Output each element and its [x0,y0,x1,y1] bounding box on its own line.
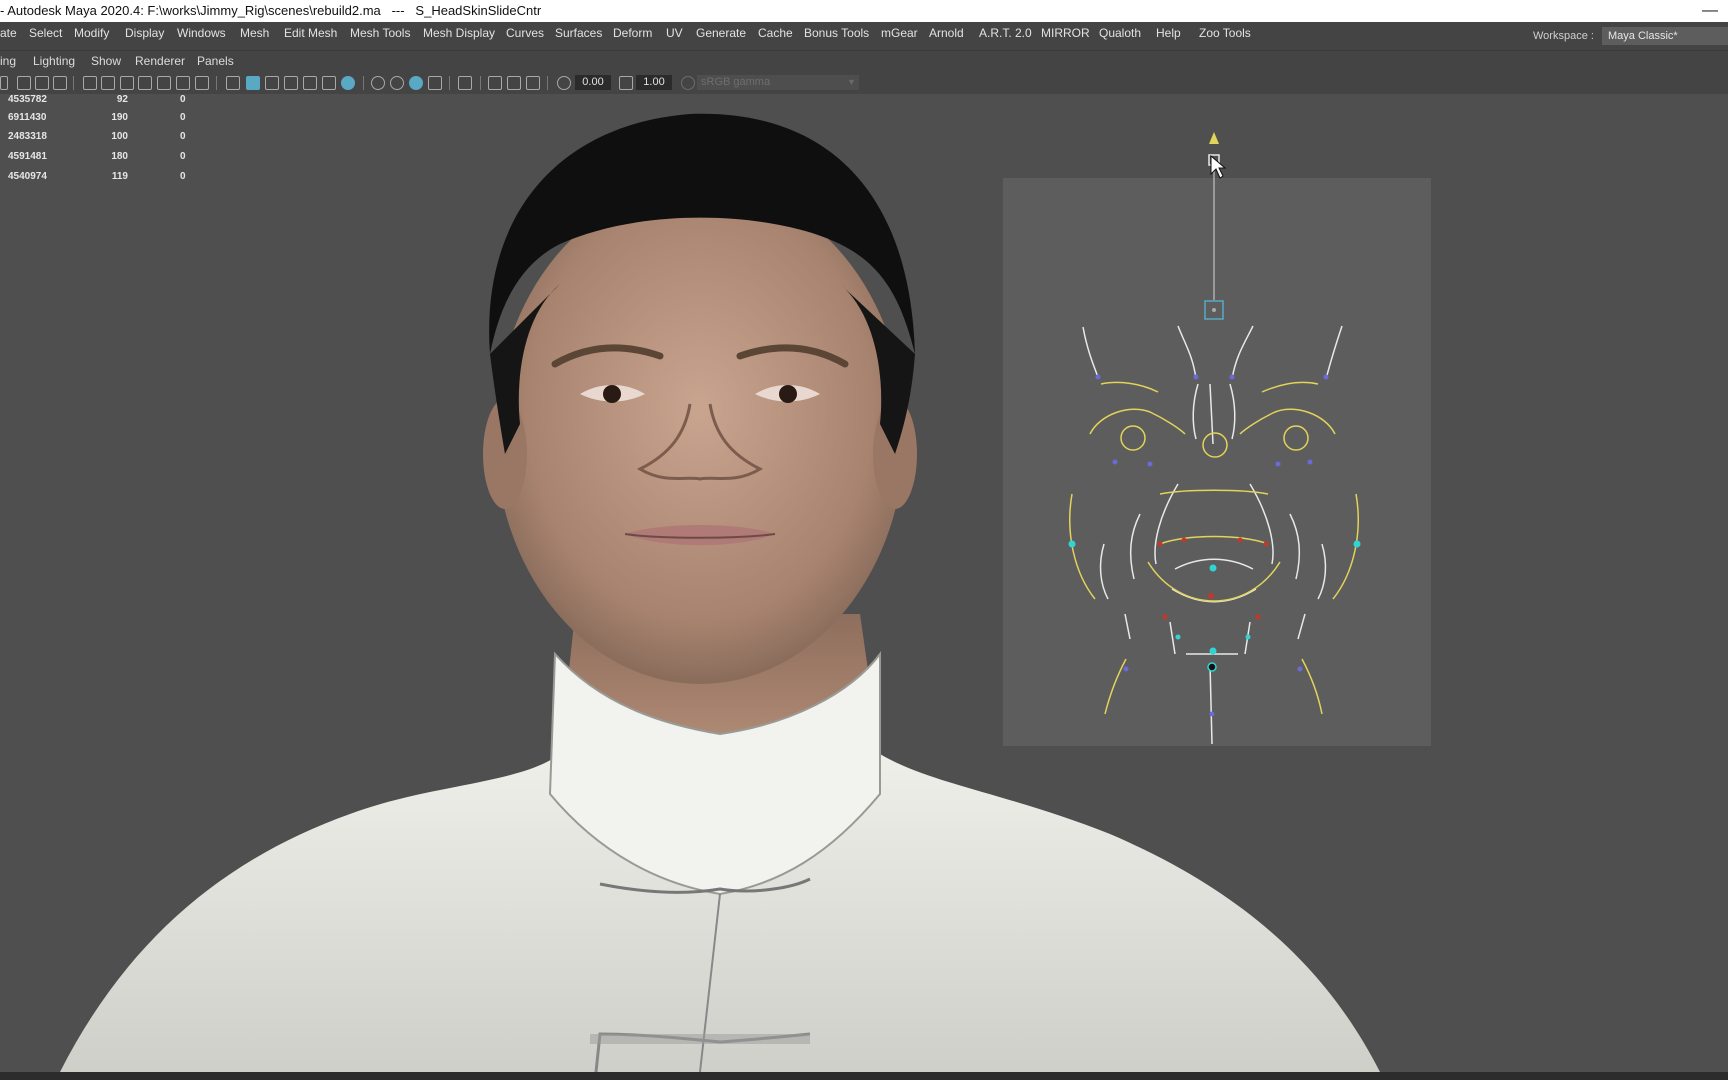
chevron-down-icon: ▼ [847,77,856,87]
menu-cache[interactable]: Cache [758,22,793,50]
anti-aliasing-icon[interactable] [428,76,442,90]
main-menu-bar: ate Select Modify Display Windows Mesh E… [0,22,1728,51]
backface-culling-icon[interactable] [526,76,540,90]
hud-row: 2483318 100 0 [8,131,186,142]
menu-select[interactable]: Select [29,22,62,50]
menu-art[interactable]: A.R.T. 2.0 [979,22,1032,50]
menu-edit-mesh[interactable]: Edit Mesh [284,22,337,50]
safe-title-icon[interactable] [195,76,209,90]
color-management-icon[interactable] [681,76,695,90]
select-camera-icon[interactable] [17,76,31,90]
viewport[interactable]: 4535782 92 0 6911430 190 0 2483318 100 0… [0,94,1728,1072]
menu-deform[interactable]: Deform [613,22,652,50]
image-plane-icon[interactable] [53,76,67,90]
motion-blur-icon[interactable] [409,76,423,90]
toolbar-separator [216,76,217,90]
color-space-dropdown[interactable]: sRGB gamma [697,75,859,90]
hud-row: 4535782 92 0 [8,94,186,105]
menu-windows[interactable]: Windows [177,22,226,50]
gate-mask-icon[interactable] [138,76,152,90]
title-bar: - Autodesk Maya 2020.4: F:\works\Jimmy_R… [0,0,1728,22]
toolbar-separator [449,76,450,90]
panel-toolbar: 0.00 1.00 sRGB gamma ▼ [0,72,1728,95]
xray-active-icon[interactable] [507,76,521,90]
menu-mirror[interactable]: MIRROR [1041,22,1090,50]
face-rig-panel[interactable] [1003,132,1431,746]
hud-row: 4540974 119 0 [8,171,186,182]
menu-zoo-tools[interactable]: Zoo Tools [1199,22,1251,50]
lights-icon[interactable] [322,76,336,90]
panel-menu-shading[interactable]: ing [0,51,16,72]
panel-menu-lighting[interactable]: Lighting [33,51,75,72]
field-chart-icon[interactable] [157,76,171,90]
smooth-shade-icon[interactable] [246,76,260,90]
toolbar-separator [547,76,548,90]
shadows-icon[interactable] [371,76,385,90]
gamma-icon[interactable] [619,76,633,90]
textured-icon[interactable] [303,76,317,90]
menu-display[interactable]: Display [125,22,164,50]
menu-create[interactable]: ate [0,22,17,50]
menu-uv[interactable]: UV [666,22,683,50]
workspace-dropdown[interactable]: Maya Classic* [1602,27,1728,45]
menu-curves[interactable]: Curves [506,22,544,50]
isolate-select-icon[interactable] [341,76,355,90]
resolution-gate-icon[interactable] [120,76,134,90]
xray-icon[interactable] [458,76,472,90]
xray-joints-icon[interactable] [488,76,502,90]
menu-modify[interactable]: Modify [74,22,109,50]
wireframe-icon[interactable] [226,76,240,90]
panel-menu-renderer[interactable]: Renderer [135,51,185,72]
hud-row: 6911430 190 0 [8,112,186,123]
window-title: - Autodesk Maya 2020.4: F:\works\Jimmy_R… [0,3,542,18]
workspace-label: Workspace : [1533,30,1594,42]
toolbar-separator [363,76,364,90]
exposure-field[interactable]: 0.00 [575,75,611,90]
minimize-icon[interactable]: — [1702,0,1718,22]
panel-menu-show[interactable]: Show [91,51,121,72]
film-gate-icon[interactable] [101,76,115,90]
mouse-cursor-icon [1210,154,1227,179]
jaw-control-handle[interactable] [1207,662,1217,672]
safe-action-icon[interactable] [176,76,190,90]
ambient-occlusion-icon[interactable] [390,76,404,90]
toolbar-separator [480,76,481,90]
menu-mesh[interactable]: Mesh [240,22,269,50]
menu-mgear[interactable]: mGear [881,22,918,50]
menu-help[interactable]: Help [1156,22,1181,50]
wireframe-on-shaded-icon[interactable] [284,76,298,90]
menu-mesh-display[interactable]: Mesh Display [423,22,495,50]
character-head [483,113,917,684]
toolbar-separator [73,76,74,90]
menu-arnold[interactable]: Arnold [929,22,964,50]
default-material-icon[interactable] [265,76,279,90]
viewport-scene [60,113,1431,1072]
head-slide-arrow-icon[interactable] [1209,132,1219,144]
menu-generate[interactable]: Generate [696,22,746,50]
panel-menu-bar: ing Lighting Show Renderer Panels [0,51,1728,72]
menu-qualoth[interactable]: Qualoth [1099,22,1141,50]
menu-surfaces[interactable]: Surfaces [555,22,602,50]
menu-bonus-tools[interactable]: Bonus Tools [804,22,869,50]
exposure-icon[interactable] [557,76,571,90]
panel-menu-panels[interactable]: Panels [197,51,234,72]
camera-attributes-icon[interactable] [35,76,49,90]
menu-mesh-tools[interactable]: Mesh Tools [350,22,410,50]
hud-row: 4591481 180 0 [8,151,186,162]
grid-icon[interactable] [83,76,97,90]
bookmark-icon[interactable] [0,76,8,90]
gamma-field[interactable]: 1.00 [636,75,672,90]
viewport-bottom-border [0,1072,1728,1080]
